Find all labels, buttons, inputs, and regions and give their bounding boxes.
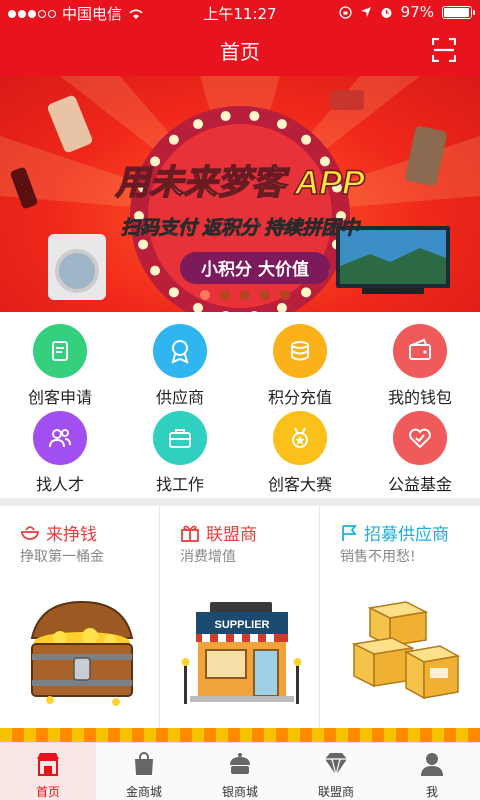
banner-headline: 用未来梦客 APP xyxy=(114,164,365,202)
banner-light xyxy=(301,134,312,145)
grid-item[interactable]: 找工作 xyxy=(120,401,240,494)
function-grid: 创客申请 供应商 积分充值 我的钱包找人才 找工作 创客大赛 公益基金 xyxy=(0,314,480,498)
bowl-icon xyxy=(21,525,39,540)
battery-icon xyxy=(442,5,475,19)
grid-item[interactable]: 我的钱包 xyxy=(360,314,480,407)
grid-icon-circle xyxy=(273,324,327,378)
grid-icon-circle xyxy=(153,411,207,465)
flag-icon xyxy=(342,524,357,541)
tab-label: 金商城 xyxy=(125,785,162,799)
banner-pager xyxy=(200,290,290,300)
card-subtitle: 挣取第一桶金 xyxy=(20,549,104,565)
apply-icon xyxy=(52,341,68,361)
banner-light xyxy=(276,119,287,130)
home-store-icon xyxy=(37,753,59,776)
wallet-icon xyxy=(409,338,431,360)
banner-tag: 小积分 大价值 xyxy=(201,259,309,280)
grid-icon-circle xyxy=(273,411,327,465)
tab-alliance[interactable]: 联盟商 xyxy=(288,743,384,800)
cake-icon xyxy=(230,753,250,774)
card-alliance-merchant[interactable]: 联盟商 消费增值 SUPPLIER xyxy=(160,506,320,728)
grid-label: 找工作 xyxy=(155,475,204,494)
header: 首页 xyxy=(0,24,480,76)
grid-icon-circle xyxy=(393,411,447,465)
tab-label: 我 xyxy=(425,785,438,799)
treasure-chest-image xyxy=(30,600,134,706)
grid-label: 找人才 xyxy=(35,475,84,494)
banner-light xyxy=(193,119,204,130)
medal-icon xyxy=(292,427,308,448)
grid-label: 公益基金 xyxy=(387,475,452,494)
banner-light xyxy=(168,134,179,145)
card-title: 招募供应商 xyxy=(364,525,449,545)
pager-dot[interactable] xyxy=(240,290,250,300)
bag-icon xyxy=(135,752,153,775)
heart-icon xyxy=(409,428,431,449)
card-title: 来挣钱 xyxy=(46,525,97,545)
banner-light xyxy=(220,111,231,122)
banner-light xyxy=(301,287,312,298)
pager-dot[interactable] xyxy=(200,290,210,300)
card-subtitle: 消费增值 xyxy=(180,549,236,565)
promo-cards: 来挣钱 挣取第一桶金 联盟商 消费增值 SUPPLIER 招募供应商 销售不用愁… xyxy=(0,506,480,728)
tab-label: 联盟商 xyxy=(317,785,354,799)
scan-icon[interactable] xyxy=(432,38,456,62)
grid-icon-circle xyxy=(153,324,207,378)
card-earn-money[interactable]: 来挣钱 挣取第一桶金 xyxy=(0,506,160,728)
pager-dot[interactable] xyxy=(280,290,290,300)
tab-label: 银商城 xyxy=(221,785,258,799)
diamond-icon xyxy=(325,753,347,776)
tab-silver-mall[interactable]: 银商城 xyxy=(192,743,288,800)
banner-light xyxy=(138,239,149,250)
grid-item[interactable]: 创客大赛 xyxy=(240,401,360,494)
store-sign: SUPPLIER xyxy=(214,619,269,631)
people-icon xyxy=(49,429,71,448)
pager-dot[interactable] xyxy=(260,290,270,300)
battery-percent: 97% xyxy=(400,3,434,21)
banner-light xyxy=(168,287,179,298)
boxes-image xyxy=(351,601,461,700)
divider xyxy=(0,498,480,506)
pager-dot[interactable] xyxy=(220,290,230,300)
grid-item[interactable]: 找人才 xyxy=(0,401,120,494)
coins-icon xyxy=(291,341,309,361)
card-subtitle: 销售不用愁! xyxy=(340,549,416,565)
briefcase-icon xyxy=(169,429,191,448)
tab-me[interactable]: 我 xyxy=(384,743,480,800)
badge-icon xyxy=(171,340,189,364)
person-icon xyxy=(421,753,443,776)
storefront-image: SUPPLIER xyxy=(181,602,302,704)
grid-item[interactable]: 公益基金 xyxy=(360,401,480,494)
grid-item[interactable]: 积分充值 xyxy=(240,314,360,407)
tab-label: 首页 xyxy=(35,785,60,799)
card-recruit-supplier[interactable]: 招募供应商 销售不用愁! xyxy=(320,506,480,728)
banner-subline: 扫码支付 返积分 持续拼团中 xyxy=(121,217,362,239)
location-icon xyxy=(360,7,371,17)
tab-home[interactable]: 首页 xyxy=(0,743,96,800)
lock-rotation-icon xyxy=(339,5,352,19)
banner-artwork: 用未来梦客 APP 扫码支付 返积分 持续拼团中 小积分 大价值 xyxy=(0,76,480,312)
gift-icon xyxy=(181,525,199,542)
page-title: 首页 xyxy=(220,40,260,64)
status-bar: 中国电信 上午11:27 97% xyxy=(0,0,480,24)
grid-icon-circle xyxy=(33,324,87,378)
grid-label: 创客大赛 xyxy=(267,475,332,494)
tab-bar: 首页 金商城 银商城 联盟商 我 xyxy=(0,742,480,800)
banner-light xyxy=(249,111,260,122)
grid-icon-circle xyxy=(33,411,87,465)
alarm-icon xyxy=(381,7,392,18)
decorative-stripe xyxy=(0,728,480,742)
grid-item[interactable]: 创客申请 xyxy=(0,314,120,407)
promo-banner[interactable]: 用未来梦客 APP 扫码支付 返积分 持续拼团中 小积分 大价值 xyxy=(0,76,480,312)
tab-gold-mall[interactable]: 金商城 xyxy=(96,743,192,800)
card-title: 联盟商 xyxy=(206,525,257,545)
grid-icon-circle xyxy=(393,324,447,378)
banner-light xyxy=(150,265,161,276)
grid-item[interactable]: 供应商 xyxy=(120,314,240,407)
